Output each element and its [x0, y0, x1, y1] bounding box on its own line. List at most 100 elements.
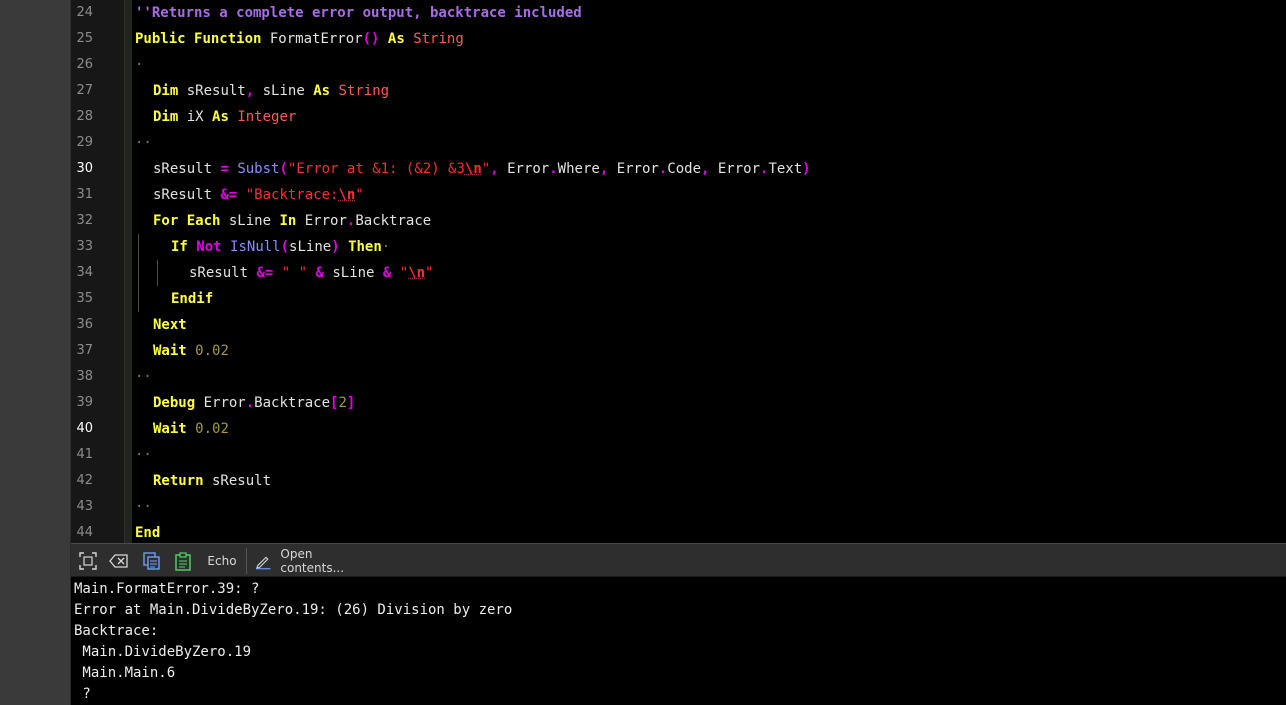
line-number: 41: [76, 447, 93, 462]
code-line[interactable]: 38 ··: [71, 364, 1286, 390]
code-line[interactable]: 33 If Not IsNull(sLine) Then·: [71, 234, 1286, 260]
paste-button[interactable]: [171, 549, 195, 573]
code-line[interactable]: 35 Endif: [71, 286, 1286, 312]
code-token: \n: [408, 265, 426, 281]
code-token: sLine: [289, 239, 332, 255]
code-token: Error: [709, 161, 761, 177]
line-number: 24: [76, 5, 93, 20]
code-token: Integer: [237, 109, 297, 125]
echo-toggle[interactable]: Echo: [203, 549, 241, 573]
code-line[interactable]: 44 End: [71, 520, 1286, 543]
code-line[interactable]: 26 ·: [71, 52, 1286, 78]
code-token: FormatError: [261, 31, 363, 47]
code-token: .: [549, 161, 558, 177]
code-token: ): [802, 161, 811, 177]
code-token: ": [481, 161, 491, 177]
line-number: 36: [76, 317, 93, 332]
code-line[interactable]: 39 Debug Error.Backtrace[2]: [71, 390, 1286, 416]
console-line: ?: [74, 686, 91, 702]
code-line[interactable]: 27 Dim sResult, sLine As String: [71, 78, 1286, 104]
code-token: "Backtrace:: [245, 187, 339, 203]
code-token: (: [280, 239, 290, 255]
indent-guide: [138, 234, 139, 260]
code-token: sResult: [203, 473, 272, 489]
code-text: ··: [135, 364, 152, 390]
indent-guide: [157, 260, 158, 286]
code-line[interactable]: 42 Return sResult: [71, 468, 1286, 494]
line-number: 38: [76, 369, 93, 384]
clear-icon: [109, 554, 128, 568]
code-token: &=: [256, 265, 274, 281]
code-line[interactable]: 28 Dim iX As Integer: [71, 104, 1286, 130]
copy-icon: [143, 552, 160, 570]
open-contents-button[interactable]: Open contents...: [255, 547, 371, 575]
code-token: sResult: [178, 83, 246, 99]
console-output[interactable]: Main.FormatError.39: ? Error at Main.Divi…: [71, 577, 1286, 705]
code-line[interactable]: 30 sResult = Subst("Error at &1: (&2) &3\…: [71, 156, 1286, 182]
code-line[interactable]: 32 For Each sLine In Error.Backtrace: [71, 208, 1286, 234]
line-number: 29: [76, 135, 93, 150]
code-line[interactable]: 31 sResult &= "Backtrace:\n": [71, 182, 1286, 208]
code-editor[interactable]: 24 ''Returns a complete error output, bac…: [71, 0, 1286, 543]
console-line: Main.Main.6: [74, 665, 176, 681]
code-token: \n: [338, 187, 356, 203]
code-token: Dim: [153, 109, 179, 125]
console-line: Main.DivideByZero.19: [74, 644, 252, 660]
console-toolbar: Echo Open contents...: [71, 543, 1286, 577]
code-line[interactable]: 24 ''Returns a complete error output, bac…: [71, 0, 1286, 26]
code-token: 0.02: [195, 343, 229, 359]
line-number: 33: [76, 239, 93, 254]
code-text: For Each sLine In Error.Backtrace: [153, 208, 431, 234]
code-line[interactable]: 40 Wait 0.02: [71, 416, 1286, 442]
code-token: As: [387, 31, 405, 47]
code-token: Subst: [237, 161, 280, 177]
fit-view-button[interactable]: [76, 549, 100, 573]
code-lines[interactable]: 24 ''Returns a complete error output, bac…: [71, 0, 1286, 543]
code-token: Next: [153, 317, 187, 333]
code-token: ,: [599, 161, 609, 177]
indent-guide: [138, 260, 139, 286]
code-token: sLine: [220, 213, 280, 229]
code-text: Dim sResult, sLine As String: [153, 78, 389, 104]
code-token: Then: [348, 239, 382, 255]
code-line[interactable]: 36 Next: [71, 312, 1286, 338]
code-text: ··: [135, 442, 152, 468]
code-token: Code: [667, 161, 701, 177]
code-line[interactable]: 25 Public Function FormatError() As Strin…: [71, 26, 1286, 52]
code-token: Error: [498, 161, 550, 177]
code-token: Error: [608, 161, 659, 177]
code-token: Text: [768, 161, 803, 177]
code-text: Wait 0.02: [153, 416, 229, 442]
code-line[interactable]: 29 ··: [71, 130, 1286, 156]
code-text: sResult &= "Backtrace:\n": [153, 182, 364, 208]
code-text: sResult &= " " & sLine & "\n": [189, 260, 434, 286]
code-text: ·: [135, 52, 143, 78]
fit-view-icon: [79, 552, 97, 570]
echo-label: Echo: [207, 554, 237, 568]
copy-button[interactable]: [140, 549, 164, 573]
code-line[interactable]: 34 sResult &= " " & sLine & "\n": [71, 260, 1286, 286]
code-line[interactable]: 41 ··: [71, 442, 1286, 468]
code-line[interactable]: 43 ··: [71, 494, 1286, 520]
line-number: 39: [76, 395, 93, 410]
code-text: Debug Error.Backtrace[2]: [153, 390, 355, 416]
code-token: sLine: [323, 265, 383, 281]
code-token: If: [171, 239, 188, 255]
clear-button[interactable]: [107, 549, 131, 573]
code-token: .: [245, 395, 255, 411]
console-line: Backtrace:: [74, 623, 159, 639]
left-panel: [0, 0, 71, 705]
code-token: IsNull: [230, 239, 281, 255]
code-token: (): [362, 31, 380, 47]
code-token: sLine: [254, 83, 314, 99]
code-token: As: [313, 83, 331, 99]
indent-guide: [138, 286, 139, 312]
code-token: "Error at &1: (&2) &3: [287, 161, 465, 177]
line-number: 35: [76, 291, 93, 306]
code-text: End: [135, 520, 160, 543]
code-line[interactable]: 37 Wait 0.02: [71, 338, 1286, 364]
